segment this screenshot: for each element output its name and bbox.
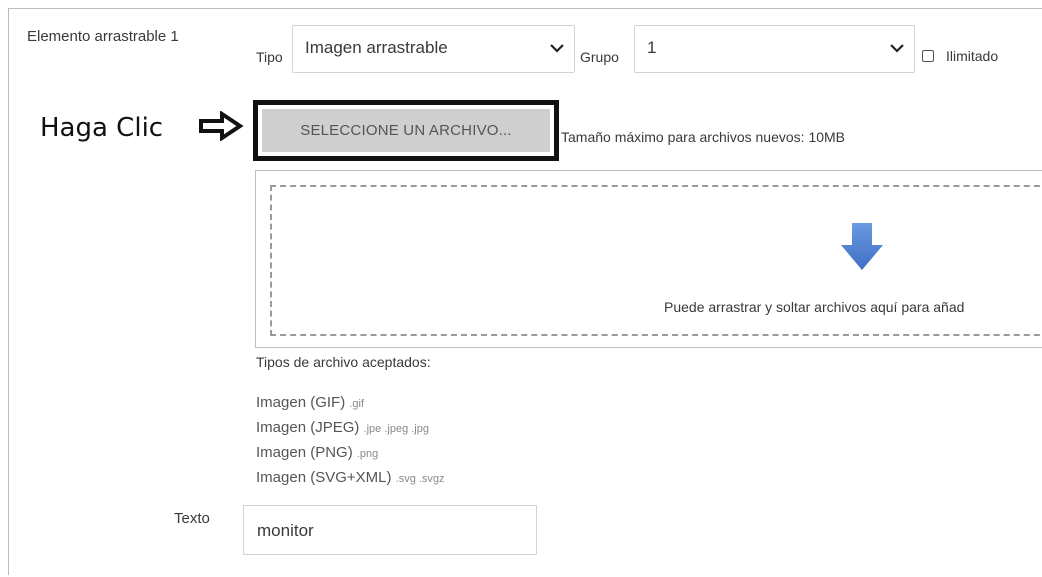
file-type-gif: Imagen (GIF) .gif: [256, 394, 364, 411]
file-type-ext: .gif: [349, 398, 365, 410]
chevron-down-icon: [890, 44, 904, 53]
max-size-text: Tamaño máximo para archivos nuevos: 10MB: [561, 129, 846, 145]
accepted-types-label: Tipos de archivo aceptados:: [256, 354, 431, 370]
chevron-down-icon: [550, 44, 564, 53]
file-type-png: Imagen (PNG) .png: [256, 444, 378, 461]
tipo-select-value: Imagen arrastrable: [305, 38, 448, 57]
file-type-name: Imagen (SVG+XML): [256, 469, 392, 486]
tipo-select[interactable]: Imagen arrastrable: [292, 25, 575, 73]
select-file-button[interactable]: SELECCIONE UN ARCHIVO...: [262, 109, 550, 152]
ilimitado-label: Ilimitado: [946, 48, 999, 64]
file-type-svg: Imagen (SVG+XML) .svg .svgz: [256, 469, 445, 486]
arrow-down-icon: [841, 223, 883, 270]
file-type-name: Imagen (GIF): [256, 394, 346, 411]
grupo-select-value: 1: [647, 38, 657, 57]
file-type-name: Imagen (JPEG): [256, 419, 360, 436]
element-title: Elemento arrastrable 1: [27, 28, 179, 45]
select-file-highlight: SELECCIONE UN ARCHIVO...: [253, 100, 559, 161]
tipo-label: Tipo: [256, 49, 283, 65]
arrow-right-outline-icon: [199, 111, 244, 141]
dropzone[interactable]: Puede arrastrar y soltar archivos aquí p…: [255, 170, 1042, 348]
file-type-ext: .jpe .jpeg .jpg: [363, 423, 429, 435]
texto-input-value: monitor: [257, 521, 314, 540]
file-type-name: Imagen (PNG): [256, 444, 353, 461]
file-type-ext: .png: [356, 448, 379, 460]
annotation-text: Haga Clic: [40, 113, 164, 143]
texto-input[interactable]: monitor: [243, 505, 537, 555]
grupo-label: Grupo: [580, 49, 619, 65]
grupo-select[interactable]: 1: [634, 25, 915, 73]
dropzone-text: Puede arrastrar y soltar archivos aquí p…: [664, 299, 965, 315]
file-type-ext: .svg .svgz: [395, 473, 445, 485]
ilimitado-checkbox[interactable]: [922, 50, 934, 62]
texto-label: Texto: [174, 510, 210, 527]
file-type-jpeg: Imagen (JPEG) .jpe .jpeg .jpg: [256, 419, 429, 436]
